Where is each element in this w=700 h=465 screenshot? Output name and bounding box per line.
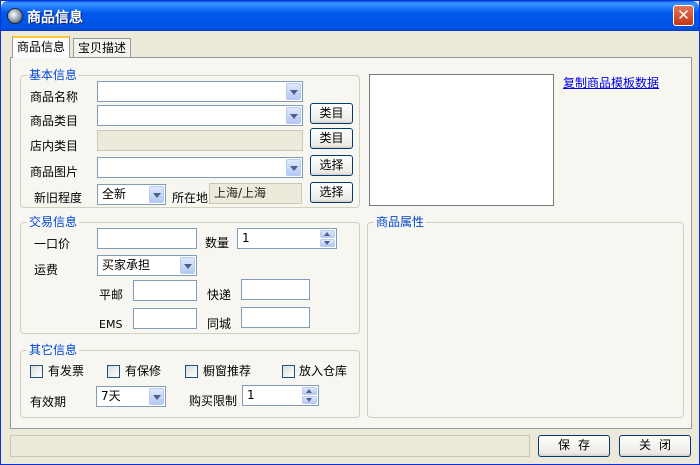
chevron-down-icon[interactable]	[149, 186, 164, 203]
window-title: 商品信息	[27, 10, 83, 26]
attributes-title: 商品属性	[374, 215, 427, 229]
spin-up-icon[interactable]	[302, 387, 317, 395]
ems-fee-input[interactable]	[133, 308, 197, 329]
status-bar	[10, 435, 530, 457]
chevron-down-icon[interactable]	[180, 257, 195, 274]
window-close-button[interactable]: ✕	[673, 5, 694, 26]
ems-fee-label: EMS	[99, 318, 123, 331]
spin-down-icon[interactable]	[302, 396, 317, 404]
category-button[interactable]: 类目	[310, 103, 353, 124]
product-image-preview	[369, 74, 554, 206]
local-fee-input[interactable]	[241, 307, 310, 328]
warranty-label: 有保修	[125, 364, 162, 378]
quantity-label: 数量	[205, 236, 230, 250]
spin-up-icon[interactable]	[320, 230, 335, 238]
attributes-group: 商品属性	[367, 215, 684, 418]
product-name-label: 商品名称	[30, 90, 79, 104]
express-fee-input[interactable]	[241, 279, 310, 300]
chevron-down-icon[interactable]	[149, 388, 164, 405]
category-combo[interactable]	[97, 105, 303, 126]
quantity-spin[interactable]	[320, 230, 335, 247]
trade-info-title: 交易信息	[27, 215, 80, 229]
quantity-stepper[interactable]: 1	[237, 228, 337, 249]
spin-down-icon[interactable]	[320, 239, 335, 247]
shipping-label: 运费	[34, 263, 59, 277]
product-info-window: 商品信息 ✕ 商品信息 宝贝描述 基本信息 商品名称 商品类目 类目 店内类目 …	[0, 0, 700, 465]
purchase-limit-spin[interactable]	[302, 387, 317, 404]
warehouse-checkbox[interactable]	[282, 365, 295, 378]
title-bar[interactable]: 商品信息 ✕	[1, 1, 699, 31]
warehouse-label: 放入仓库	[299, 364, 348, 378]
purchase-limit-value: 1	[247, 388, 255, 402]
express-fee-label: 快递	[207, 288, 232, 302]
location-field: 上海/上海	[209, 183, 302, 204]
store-category-button[interactable]: 类目	[310, 128, 353, 149]
shipping-value: 买家承担	[102, 258, 151, 272]
post-fee-input[interactable]	[133, 280, 197, 301]
condition-value: 全新	[102, 187, 127, 201]
store-category-label: 店内类目	[30, 139, 79, 153]
post-fee-label: 平邮	[99, 288, 124, 302]
validity-select[interactable]: 7天	[96, 386, 166, 407]
tab-product-info[interactable]: 商品信息	[12, 36, 71, 58]
product-image-combo[interactable]	[97, 157, 303, 178]
invoice-label: 有发票	[48, 364, 85, 378]
shipping-select[interactable]: 买家承担	[97, 255, 197, 276]
basic-info-title: 基本信息	[27, 68, 80, 82]
purchase-limit-label: 购买限制	[189, 394, 238, 408]
close-button[interactable]: 关闭	[619, 435, 691, 457]
price-label: 一口价	[34, 237, 71, 251]
location-select-button[interactable]: 选择	[310, 182, 353, 203]
chevron-down-icon[interactable]	[286, 107, 301, 124]
condition-select[interactable]: 全新	[97, 184, 166, 205]
local-fee-label: 同城	[207, 317, 232, 331]
quantity-value: 1	[242, 231, 250, 245]
window-recommend-label: 橱窗推荐	[203, 364, 252, 378]
window-recommend-checkbox[interactable]	[185, 365, 198, 378]
purchase-limit-stepper[interactable]: 1	[242, 385, 319, 406]
validity-label: 有效期	[30, 395, 67, 409]
chevron-down-icon[interactable]	[286, 83, 301, 100]
copy-template-link[interactable]: 复制商品模板数据	[563, 74, 659, 91]
warranty-checkbox[interactable]	[107, 365, 120, 378]
product-name-combo[interactable]	[97, 81, 303, 102]
store-category-field	[97, 130, 303, 151]
invoice-checkbox[interactable]	[30, 365, 43, 378]
other-info-title: 其它信息	[27, 343, 80, 357]
category-label: 商品类目	[30, 114, 79, 128]
location-label: 所在地	[172, 191, 209, 205]
price-input[interactable]	[97, 228, 197, 249]
product-image-label: 商品图片	[30, 165, 79, 179]
chevron-down-icon[interactable]	[286, 159, 301, 176]
condition-label: 新旧程度	[34, 191, 83, 205]
image-select-button[interactable]: 选择	[310, 155, 353, 176]
validity-value: 7天	[101, 389, 121, 403]
save-button[interactable]: 保存	[538, 435, 610, 457]
app-icon	[7, 8, 23, 24]
tab-item-description[interactable]: 宝贝描述	[73, 38, 132, 57]
